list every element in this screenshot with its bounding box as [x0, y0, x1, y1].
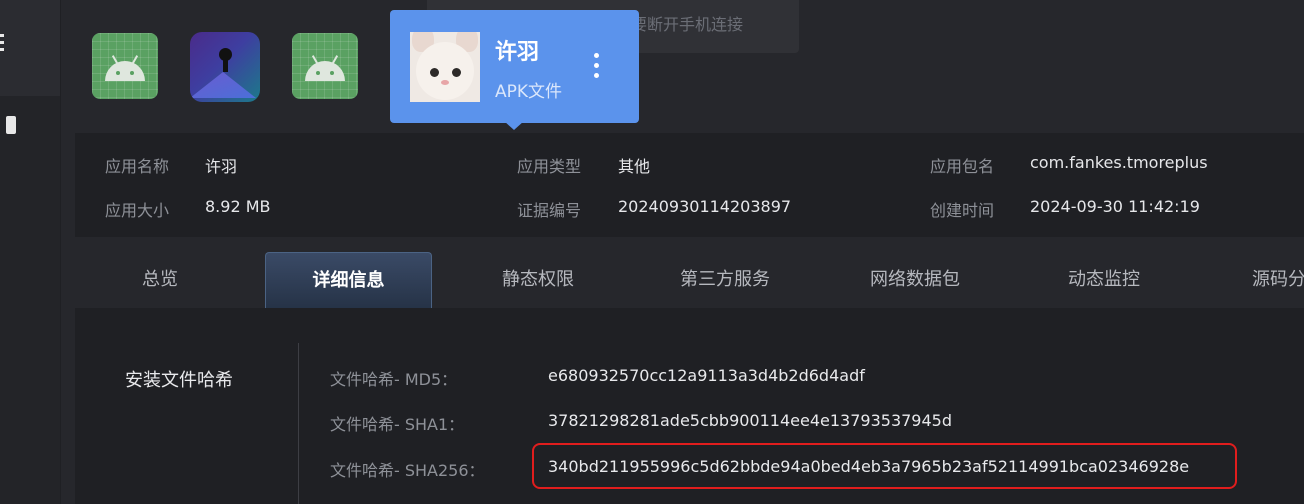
- created-time-value: 2024-09-30 11:42:19: [1030, 197, 1200, 216]
- app-name-label: 应用名称: [105, 157, 170, 176]
- sha256-highlight-box: [532, 443, 1237, 489]
- sha1-value: 37821298281ade5cbb900114ee4e13793537945d: [548, 411, 952, 430]
- card-pointer: [504, 121, 524, 130]
- section-title: 安装文件哈希: [125, 370, 233, 391]
- sha256-label: 文件哈希- SHA256：: [330, 461, 485, 480]
- tab-details[interactable]: 详细信息: [265, 252, 432, 308]
- tab-third-party-services[interactable]: 第三方服务: [655, 252, 795, 308]
- app-avatar: [410, 32, 480, 102]
- evidence-number-value: 20240930114203897: [618, 197, 792, 216]
- app-size-label: 应用大小: [105, 201, 170, 220]
- sha1-label: 文件哈希- SHA1：: [330, 415, 465, 434]
- app-info-panel: [75, 133, 1304, 237]
- menu-icon: [0, 34, 6, 54]
- tab-overview[interactable]: 总览: [100, 252, 220, 308]
- tab-network-packets[interactable]: 网络数据包: [845, 252, 985, 308]
- app-size-value: 8.92 MB: [205, 197, 271, 216]
- package-name-value: com.fankes.tmoreplus: [1030, 153, 1208, 172]
- app-type-label: 应用类型: [517, 157, 582, 176]
- battery-icon: [6, 116, 16, 134]
- created-time-label: 创建时间: [930, 201, 995, 220]
- section-divider: [298, 343, 299, 504]
- md5-value: e680932570cc12a9113a3d4b2d6d4adf: [548, 366, 865, 385]
- android-app-icon[interactable]: [292, 33, 358, 99]
- selected-app-name: 许羽: [495, 40, 540, 65]
- tab-static-permissions[interactable]: 静态权限: [478, 252, 598, 308]
- selected-app-type: APK文件: [495, 82, 563, 102]
- package-name-label: 应用包名: [930, 157, 995, 176]
- tab-source-code[interactable]: 源码分: [1252, 252, 1304, 308]
- rail-lower: [0, 96, 60, 504]
- more-options-icon[interactable]: [594, 53, 600, 83]
- evidence-number-label: 证据编号: [517, 201, 582, 220]
- keyhole-app-icon[interactable]: [190, 32, 260, 102]
- android-app-icon[interactable]: [92, 33, 158, 99]
- md5-label: 文件哈希- MD5：: [330, 370, 458, 389]
- tab-dynamic-monitoring[interactable]: 动态监控: [1044, 252, 1164, 308]
- app-type-value: 其他: [618, 157, 651, 176]
- app-name-value: 许羽: [205, 157, 238, 176]
